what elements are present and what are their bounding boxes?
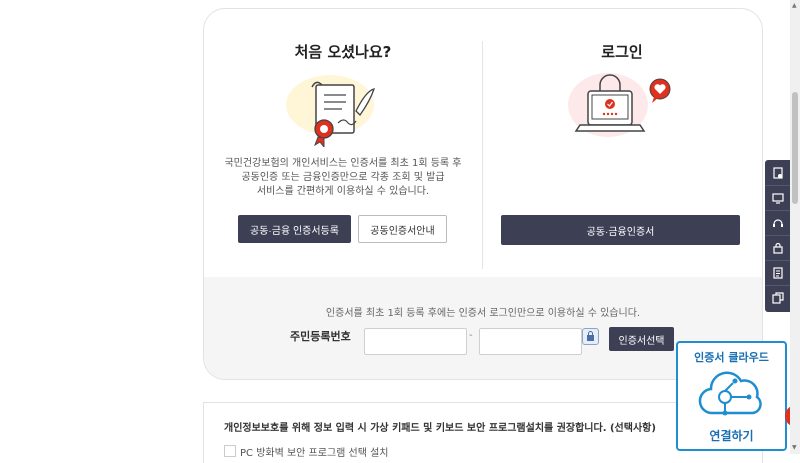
- firewall-checkbox[interactable]: [224, 445, 236, 457]
- cloud-icon: [698, 371, 762, 416]
- rrn-label: 주민등록번호: [290, 330, 351, 343]
- copy-icon: [771, 291, 784, 304]
- register-certificate-button[interactable]: 공동·금융 인증서등록: [238, 215, 351, 243]
- login-notice: 인증서를 최초 1회 등록 후에는 인증서 로그인만으로 이용하실 수 있습니다…: [325, 308, 641, 319]
- first-visit-heading: 처음 오셨나요?: [294, 43, 392, 61]
- scroll-down-arrow-icon[interactable]: ▼: [792, 444, 797, 451]
- cloud-widget-title: 인증서 클라우드: [694, 351, 769, 364]
- page-scrollbar[interactable]: ▲ ▼: [790, 0, 800, 454]
- virtual-keypad-button[interactable]: [582, 328, 599, 345]
- lock-icon: [772, 242, 783, 254]
- certificate-guide-button[interactable]: 공동인증서안내: [358, 215, 447, 243]
- document-icon: [772, 266, 783, 279]
- description-line: 공동인증 또는 금융인증만으로 각종 조회 및 발급: [241, 172, 445, 183]
- certificate-login-card: 처음 오셨나요? 국민건강보험의 개인서비스는 인증서를 최초 1회 등록 후 …: [203, 8, 763, 380]
- certificate-login-button[interactable]: 공동·금융인증서: [501, 215, 740, 245]
- certificate-illustration: [286, 75, 375, 147]
- side-menu-support[interactable]: [765, 210, 790, 236]
- scroll-up-arrow-icon[interactable]: ▲: [792, 2, 797, 9]
- keypad-lock-icon: [587, 331, 594, 341]
- first-visit-panel: 처음 오셨나요? 국민건강보험의 개인서비스는 인증서를 최초 1회 등록 후 …: [204, 9, 482, 277]
- first-visit-description: 국민건강보험의 개인서비스는 인증서를 최초 1회 등록 후 공동인증 또는 금…: [204, 157, 482, 199]
- rrn-front-input[interactable]: [364, 328, 467, 355]
- side-menu-security[interactable]: [765, 235, 790, 261]
- side-menu-document[interactable]: [765, 260, 790, 286]
- rrn-separator: -: [469, 330, 473, 341]
- login-heading: 로그인: [601, 43, 643, 61]
- rrn-back-input[interactable]: [479, 328, 582, 355]
- cloud-connect-label: 연결하기: [709, 429, 754, 443]
- security-notice-text: 개인정보보호를 위해 정보 입력 시 가상 키패드 및 키보드 보안 프로그램설…: [224, 423, 656, 434]
- monitor-icon: [771, 192, 784, 204]
- description-line: 국민건강보험의 개인서비스는 인증서를 최초 1회 등록 후: [224, 158, 462, 169]
- certificate-icon: [772, 166, 783, 179]
- secure-laptop-illustration: [568, 73, 671, 137]
- description-line: 서비스를 간편하게 이용하실 수 있습니다.: [256, 186, 430, 197]
- headset-icon: [772, 218, 783, 227]
- login-panel: 로그인 공동·금융인증서: [482, 9, 762, 277]
- quick-side-menu: [765, 160, 790, 312]
- scroll-thumb[interactable]: [792, 92, 798, 204]
- select-certificate-button[interactable]: 인증서선택: [609, 327, 674, 351]
- side-menu-monitor[interactable]: [765, 185, 790, 211]
- side-menu-copy[interactable]: [765, 285, 790, 310]
- firewall-checkbox-label: PC 방화벽 보안 프로그램 선택 설치: [240, 448, 389, 459]
- side-menu-certificate[interactable]: [765, 160, 790, 186]
- certificate-cloud-widget[interactable]: 인증서 클라우드 연결하기: [676, 341, 787, 451]
